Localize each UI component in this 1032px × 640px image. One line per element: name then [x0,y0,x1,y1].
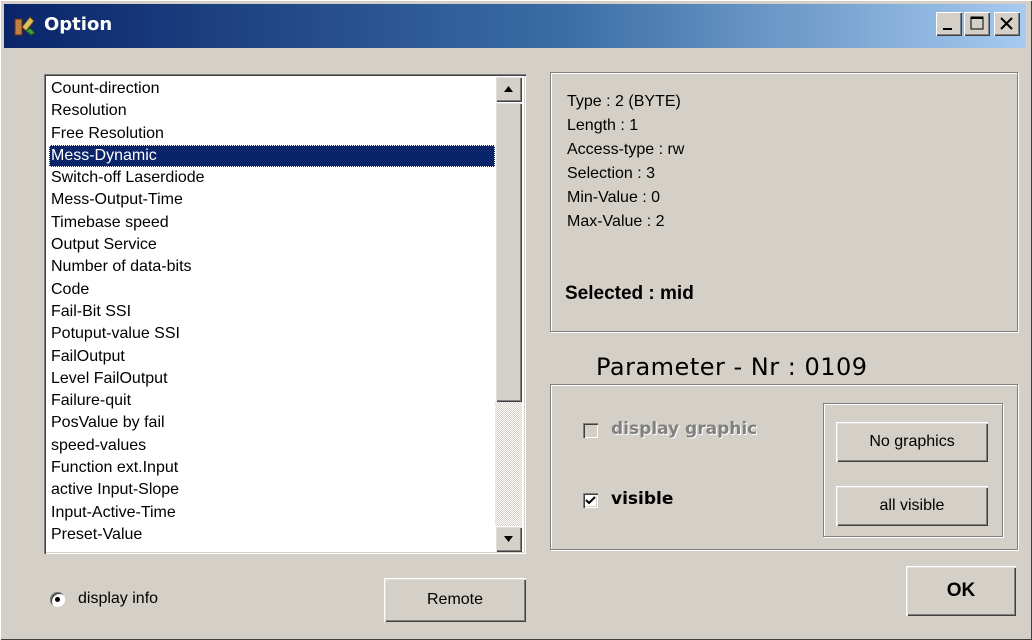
parameter-listbox[interactable]: Count-direction Resolution Free Resolution… [44,74,526,554]
option-window: Option Count-direction Resolution Free Res… [0,0,1032,640]
selected-value: Selected : mid [565,283,694,304]
parameter-number: Parameter - Nr : 0109 [596,353,868,381]
list-item[interactable]: Failure-quit [49,390,495,412]
visible-label: visible [611,489,674,509]
list-item[interactable]: active Input-Slope [49,479,495,501]
remote-button[interactable]: Remote [384,578,526,622]
options-panel: display graphic visible No graphics all … [550,384,1018,550]
list-item[interactable]: Mess-Dynamic [49,144,495,168]
list-scrollbar[interactable] [495,76,522,552]
list-item[interactable]: Output Service [49,234,495,256]
list-item[interactable]: Input-Active-Time [49,502,495,524]
list-item[interactable]: Switch-off Laserdiode [49,167,495,189]
minimize-icon [943,28,952,30]
scroll-down-button[interactable] [495,526,522,552]
list-item[interactable]: Free Resolution [49,123,495,145]
close-icon [1000,17,1013,30]
list-item[interactable]: FailOutput [49,346,495,368]
info-min-value: Min-Value : 0 [567,189,661,206]
display-info-radio[interactable] [50,592,65,607]
maximize-icon [970,16,984,30]
list-item[interactable]: Resolution [49,100,495,122]
arrow-down-icon [504,536,513,542]
maximize-button[interactable] [964,12,990,36]
minimize-button[interactable] [936,12,962,36]
visible-checkbox[interactable] [583,493,598,508]
radio-selected-dot [55,597,60,602]
info-length: Length : 1 [567,117,639,134]
list-item[interactable]: Level FailOutput [49,368,495,390]
arrow-up-icon [504,86,513,92]
scroll-thumb[interactable] [495,102,522,402]
ok-button[interactable]: OK [906,566,1016,616]
list-item[interactable]: Mess-Output-Time [49,189,495,211]
no-graphics-button[interactable]: No graphics [836,422,988,462]
app-icon [14,16,36,36]
title-bar[interactable]: Option [4,4,1026,48]
list-item[interactable]: Potuput-value SSI [49,323,495,345]
list-item[interactable]: PosValue by fail [49,412,495,434]
info-type: Type : 2 (BYTE) [567,93,681,110]
info-access-type: Access-type : rw [567,141,685,158]
window-title: Option [44,14,113,35]
info-max-value: Max-Value : 2 [567,213,665,230]
display-graphic-checkbox[interactable] [583,423,598,438]
close-button[interactable] [994,12,1020,36]
list-item[interactable]: Fail-Bit SSI [49,301,495,323]
list-item[interactable]: Number of data-bits [49,256,495,278]
display-graphic-label: display graphic [611,419,758,439]
list-item[interactable]: Function ext.Input [49,457,495,479]
all-visible-button[interactable]: all visible [836,486,988,526]
graphics-buttons-group: No graphics all visible [823,403,1003,537]
list-item[interactable]: Preset-Value [49,524,495,546]
checkmark-icon [585,496,596,505]
info-selection: Selection : 3 [567,165,656,182]
list-item[interactable]: Code [49,279,495,301]
list-item[interactable]: Timebase speed [49,212,495,234]
scroll-up-button[interactable] [495,76,522,102]
list-item[interactable]: Count-direction [49,78,495,100]
display-info-label: display info [78,590,159,607]
list-item[interactable]: speed-values [49,435,495,457]
parameter-list: Count-direction Resolution Free Resolution… [49,78,495,546]
info-panel: Type : 2 (BYTE) Length : 1 Access-type :… [550,72,1018,332]
